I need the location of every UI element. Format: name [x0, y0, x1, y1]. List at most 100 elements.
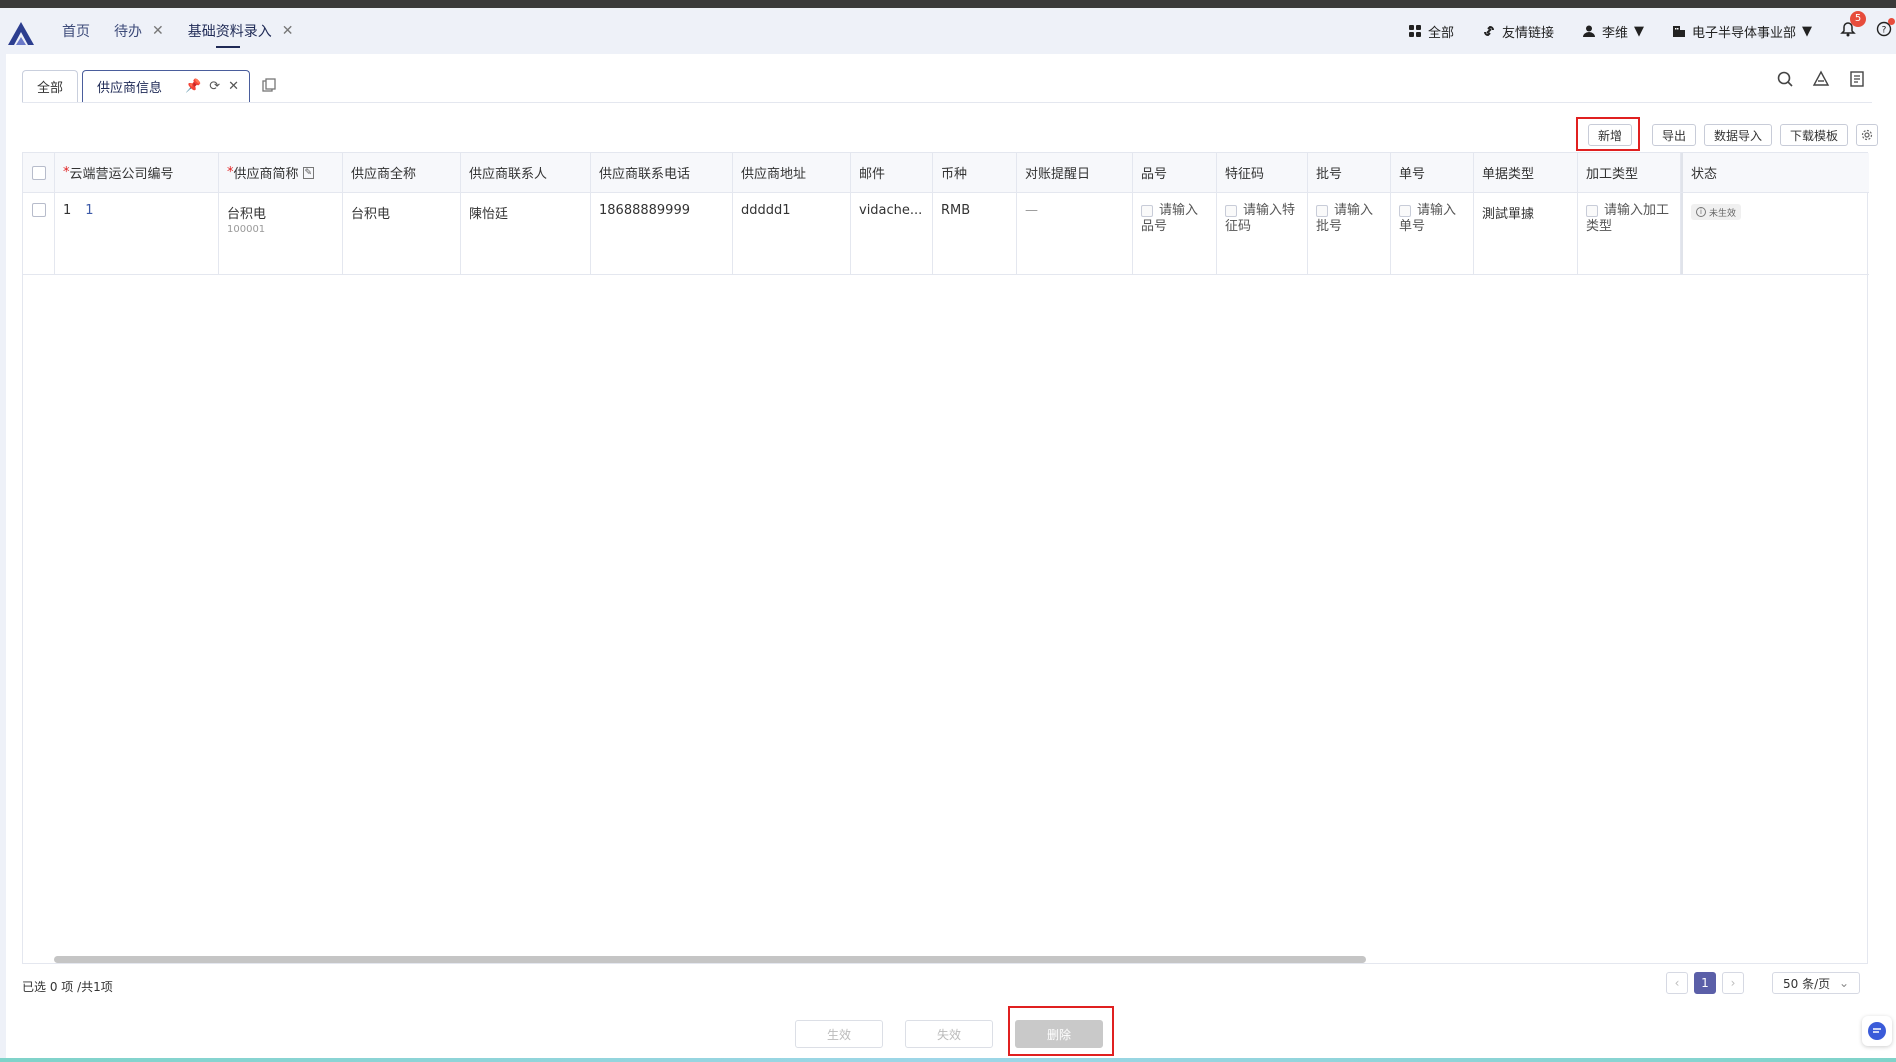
item-no-checkbox[interactable]: [1141, 204, 1153, 217]
company-code-cell[interactable]: 11: [55, 193, 219, 274]
edit-icon[interactable]: ✎: [302, 166, 315, 179]
column-header[interactable]: 状态: [1681, 153, 1869, 192]
search-icon[interactable]: [1776, 70, 1794, 88]
column-header[interactable]: 供应商联系人: [461, 153, 591, 192]
deactivate-button[interactable]: 失效: [905, 1020, 993, 1048]
page-size-select[interactable]: 50 条/页 ⌄: [1772, 972, 1860, 994]
table-row[interactable]: 11 台积电 100001 台积电 陳怡廷 18688889999 ddddd1 …: [23, 193, 1869, 275]
table-header: * 云端营运公司编号 * 供应商简称 ✎ 供应商全称 供应商联系人 供应商联系电话 供…: [23, 153, 1869, 193]
process-type-checkbox[interactable]: [1586, 204, 1598, 217]
page-tab-all[interactable]: 全部: [22, 70, 79, 102]
document-icon[interactable]: [1848, 70, 1866, 88]
column-header-label: 邮件: [859, 167, 886, 182]
doc-type-cell[interactable]: 測試單據: [1474, 193, 1578, 274]
item-no-cell[interactable]: 请输入品号: [1133, 193, 1217, 274]
page-number-button[interactable]: 1: [1694, 972, 1716, 994]
column-header-label: 供应商简称: [233, 167, 299, 182]
supplier-table: * 云端营运公司编号 * 供应商简称 ✎ 供应商全称 供应商联系人 供应商联系电话 供…: [22, 152, 1869, 964]
feature-code-checkbox[interactable]: [1225, 204, 1237, 217]
svg-text:?: ?: [1882, 26, 1887, 36]
close-icon[interactable]: ✕: [282, 23, 294, 39]
next-page-button[interactable]: ›: [1722, 972, 1744, 994]
doc-no-cell[interactable]: 请输入单号: [1391, 193, 1474, 274]
row-checkbox[interactable]: [32, 203, 46, 217]
column-header[interactable]: 供应商全称: [343, 153, 461, 192]
column-header-label: 状态: [1691, 167, 1718, 182]
refresh-icon[interactable]: ⟳: [209, 79, 220, 94]
row-select-cell: [23, 193, 55, 274]
page-tab-label: 供应商信息: [97, 81, 163, 96]
friend-links-button[interactable]: 友情链接: [1482, 22, 1554, 41]
column-header-label: 供应商联系电话: [599, 167, 691, 182]
settings-button[interactable]: [1856, 124, 1878, 146]
address-cell[interactable]: ddddd1: [733, 193, 851, 274]
select-all-cell: [23, 153, 55, 192]
doc-type: 測試單據: [1482, 207, 1535, 222]
delete-button-highlight: [1008, 1006, 1114, 1056]
column-header[interactable]: 批号: [1308, 153, 1391, 192]
chat-button[interactable]: [1862, 1016, 1892, 1046]
column-header[interactable]: 供应商联系电话: [591, 153, 733, 192]
user-menu[interactable]: 李维 ▼: [1582, 22, 1644, 41]
column-header[interactable]: 供应商地址: [733, 153, 851, 192]
feature-code-cell[interactable]: 请输入特征码: [1217, 193, 1308, 274]
prev-page-button[interactable]: ‹: [1666, 972, 1688, 994]
nav-tab-todo[interactable]: 待办 ✕: [102, 8, 176, 54]
doc-no-checkbox[interactable]: [1399, 204, 1411, 217]
column-header[interactable]: 币种: [933, 153, 1017, 192]
column-header[interactable]: 邮件: [851, 153, 933, 192]
info-icon: i: [1696, 207, 1706, 217]
column-header[interactable]: 特征码: [1217, 153, 1308, 192]
all-apps-button[interactable]: 全部: [1408, 22, 1454, 41]
column-header[interactable]: 单据类型: [1474, 153, 1578, 192]
short-code: 100001: [227, 224, 266, 235]
column-header-label: 对账提醒日: [1025, 167, 1091, 182]
full-name-cell[interactable]: 台积电: [343, 193, 461, 274]
batch-no-cell[interactable]: 请输入批号: [1308, 193, 1391, 274]
process-type-cell[interactable]: 请输入加工类型: [1578, 193, 1681, 274]
column-header-label: 单据类型: [1482, 167, 1535, 182]
nav-tab-label: 待办: [114, 24, 142, 40]
notification-button[interactable]: 5: [1840, 11, 1866, 41]
select-all-checkbox[interactable]: [31, 165, 46, 180]
column-header-label: 品号: [1141, 167, 1168, 182]
column-header[interactable]: 加工类型: [1578, 153, 1681, 192]
column-header[interactable]: 对账提醒日: [1017, 153, 1133, 192]
reminder-day-cell[interactable]: —: [1017, 193, 1133, 274]
import-button[interactable]: 数据导入: [1703, 124, 1772, 146]
close-icon[interactable]: ✕: [152, 23, 164, 39]
nav-tab-basic-data[interactable]: 基础资料录入 ✕: [176, 8, 306, 54]
page-tab-supplier[interactable]: 供应商信息 📌 ⟳ ✕: [82, 70, 251, 102]
gear-icon: [1861, 129, 1873, 141]
org-switcher[interactable]: 电子半导体事业部 ▼: [1672, 22, 1812, 41]
app-logo-icon[interactable]: [4, 18, 38, 48]
export-button[interactable]: 导出: [1651, 124, 1696, 146]
batch-no-checkbox[interactable]: [1316, 204, 1328, 217]
column-header-label: 批号: [1316, 167, 1343, 182]
grid-icon: [1408, 25, 1421, 37]
column-header[interactable]: 品号: [1133, 153, 1217, 192]
help-button[interactable]: ?: [1876, 18, 1895, 41]
phone-cell[interactable]: 18688889999: [591, 193, 733, 274]
currency-cell[interactable]: RMB: [933, 193, 1017, 274]
column-header-label: 供应商地址: [741, 167, 807, 182]
column-header[interactable]: 单号: [1391, 153, 1474, 192]
column-header[interactable]: * 供应商简称 ✎: [219, 153, 343, 192]
nav-tab-home[interactable]: 首页: [50, 8, 102, 54]
filter-icon[interactable]: [1812, 70, 1830, 88]
link-icon: [1483, 25, 1494, 37]
activate-button[interactable]: 生效: [795, 1020, 883, 1048]
short-name-cell[interactable]: 台积电 100001: [219, 193, 343, 274]
selection-summary: 已选 0 项 /共1项: [22, 980, 113, 994]
chat-icon: [1868, 1022, 1886, 1040]
download-template-button[interactable]: 下载模板: [1779, 124, 1848, 146]
column-header[interactable]: * 云端营运公司编号: [55, 153, 219, 192]
email-cell[interactable]: vidache...: [851, 193, 933, 274]
copy-icon[interactable]: [262, 78, 276, 92]
pin-icon[interactable]: 📌: [185, 79, 201, 94]
column-header-label: 加工类型: [1586, 167, 1639, 182]
contact-cell[interactable]: 陳怡廷: [461, 193, 591, 274]
close-icon[interactable]: ✕: [228, 79, 239, 94]
help-dot: [1888, 18, 1895, 25]
horizontal-scrollbar[interactable]: [54, 956, 1366, 963]
